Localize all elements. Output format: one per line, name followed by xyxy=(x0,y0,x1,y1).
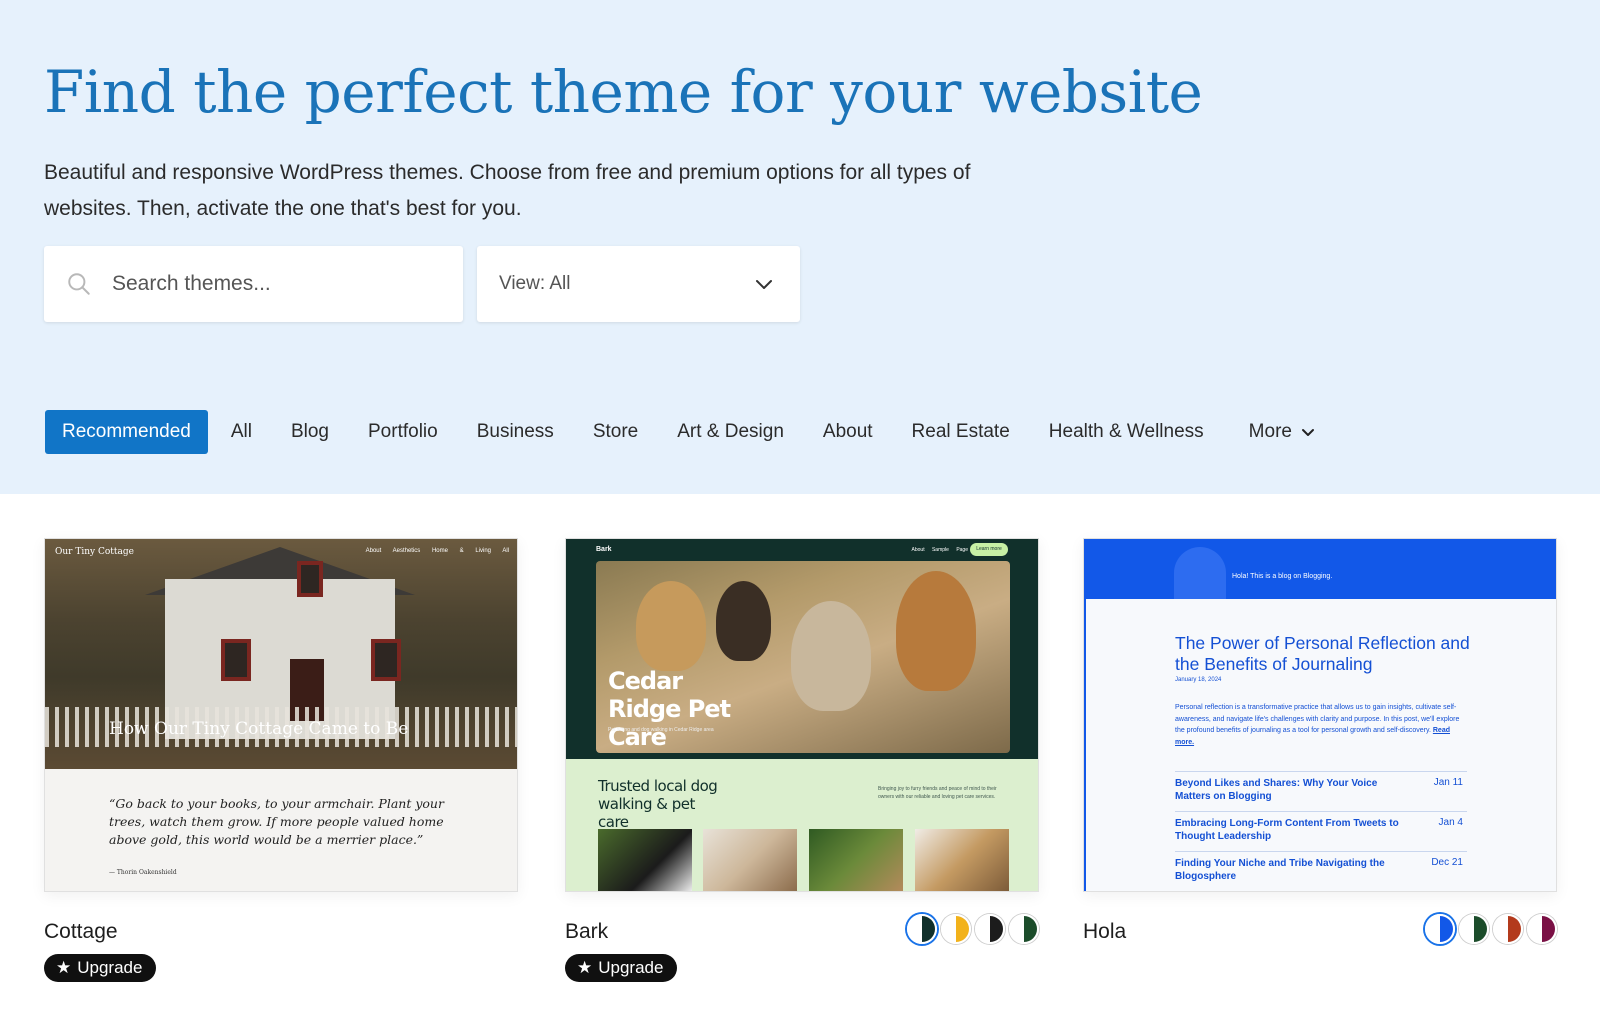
style-swatch-3[interactable] xyxy=(975,914,1005,944)
upgrade-badge[interactable]: ★ Upgrade xyxy=(44,954,157,982)
tab-recommended[interactable]: Recommended xyxy=(45,410,208,454)
star-icon: ★ xyxy=(577,958,593,977)
theme-card-hola[interactable]: Hola! This is a blog on Blogging. The Po… xyxy=(1083,538,1557,944)
theme-preview-cottage[interactable]: Our Tiny Cottage About Aesthetics Home &… xyxy=(44,538,518,892)
thumbnail xyxy=(703,829,797,891)
search-input[interactable] xyxy=(112,246,442,322)
style-swatch-1[interactable] xyxy=(907,914,937,944)
thumbnail xyxy=(915,829,1009,891)
upgrade-label: Upgrade xyxy=(77,958,143,977)
avatar xyxy=(1174,547,1226,599)
more-categories-button[interactable]: More xyxy=(1249,410,1316,454)
view-filter-select[interactable]: View: All xyxy=(477,246,800,322)
tab-about[interactable]: About xyxy=(823,410,873,454)
upgrade-badge[interactable]: ★ Upgrade xyxy=(565,954,678,982)
theme-card-cottage[interactable]: Our Tiny Cottage About Aesthetics Home &… xyxy=(44,538,518,982)
style-variations xyxy=(1425,914,1557,944)
tab-real-estate[interactable]: Real Estate xyxy=(912,410,1010,454)
preview-headline: How Our Tiny Cottage Came to Be xyxy=(109,719,409,739)
preview-date: January 18, 2024 xyxy=(1175,677,1222,683)
style-swatch-4[interactable] xyxy=(1527,914,1557,944)
theme-name[interactable]: Bark xyxy=(565,920,608,944)
post-row: Beyond Likes and Shares: Why Your Voice … xyxy=(1175,771,1467,804)
hero-section: Find the perfect theme for your website … xyxy=(0,0,1600,494)
upgrade-label: Upgrade xyxy=(598,958,664,977)
preview-nav: About Aesthetics Home & Living All xyxy=(365,548,509,554)
preview-headline: The Power of Personal Reflection and the… xyxy=(1175,633,1470,674)
style-swatch-4[interactable] xyxy=(1009,914,1039,944)
tab-portfolio[interactable]: Portfolio xyxy=(368,410,438,454)
preview-tagline: Trusted local dog walking & pet care xyxy=(598,777,718,831)
theme-preview-bark[interactable]: Bark About Sample Page Learn more Cedar … xyxy=(565,538,1039,892)
tab-health-wellness[interactable]: Health & Wellness xyxy=(1049,410,1204,454)
preview-excerpt: Personal reflection is a transformative … xyxy=(1175,704,1460,746)
preview-blurb: Bringing joy to furry friends and peace … xyxy=(878,786,997,800)
style-swatch-1[interactable] xyxy=(1425,914,1455,944)
style-variations xyxy=(907,914,1039,944)
chevron-down-icon xyxy=(1301,429,1314,436)
tab-art-design[interactable]: Art & Design xyxy=(677,410,784,454)
page-title: Find the perfect theme for your website xyxy=(44,58,1203,126)
theme-name[interactable]: Cottage xyxy=(44,920,118,944)
thumbnail xyxy=(809,829,903,891)
tab-business[interactable]: Business xyxy=(477,410,554,454)
tab-store[interactable]: Store xyxy=(593,410,638,454)
search-icon xyxy=(68,273,90,295)
more-label: More xyxy=(1248,421,1292,442)
style-swatch-3[interactable] xyxy=(1493,914,1523,944)
preview-caption: Pet sitting and dog walking in Cedar Rid… xyxy=(608,727,714,733)
theme-card-bark[interactable]: Bark About Sample Page Learn more Cedar … xyxy=(565,538,1039,982)
star-icon: ★ xyxy=(56,958,72,977)
tab-all[interactable]: All xyxy=(231,410,252,454)
style-swatch-2[interactable] xyxy=(1459,914,1489,944)
style-swatch-2[interactable] xyxy=(941,914,971,944)
category-tabs: Recommended All Blog Portfolio Business … xyxy=(45,410,1355,454)
preview-nav: About Sample Page xyxy=(911,547,968,553)
tab-blog[interactable]: Blog xyxy=(291,410,329,454)
preview-quote-author: — Thorin Oakenshield xyxy=(109,869,177,876)
preview-site-title: Our Tiny Cottage xyxy=(55,547,134,557)
theme-name[interactable]: Hola xyxy=(1083,920,1126,944)
theme-preview-hola[interactable]: Hola! This is a blog on Blogging. The Po… xyxy=(1083,538,1557,892)
preview-nav-button: Learn more xyxy=(970,543,1008,556)
page-subtitle: Beautiful and responsive WordPress theme… xyxy=(44,161,971,220)
preview-headline: Cedar Ridge Pet Care xyxy=(608,667,731,751)
preview-logo: Bark xyxy=(596,546,612,553)
preview-intro: Hola! This is a blog on Blogging. xyxy=(1232,573,1333,580)
post-row: Finding Your Niche and Tribe Navigating … xyxy=(1175,851,1467,884)
preview-quote: “Go back to your books, to your armchair… xyxy=(109,796,444,847)
thumbnail xyxy=(598,829,692,891)
search-box[interactable] xyxy=(44,246,463,322)
cottage-hero-image: Our Tiny Cottage About Aesthetics Home &… xyxy=(45,539,517,769)
post-row: Embracing Long-Form Content From Tweets … xyxy=(1175,811,1467,844)
view-filter-label: View: All xyxy=(499,273,571,294)
chevron-down-icon xyxy=(756,280,772,289)
